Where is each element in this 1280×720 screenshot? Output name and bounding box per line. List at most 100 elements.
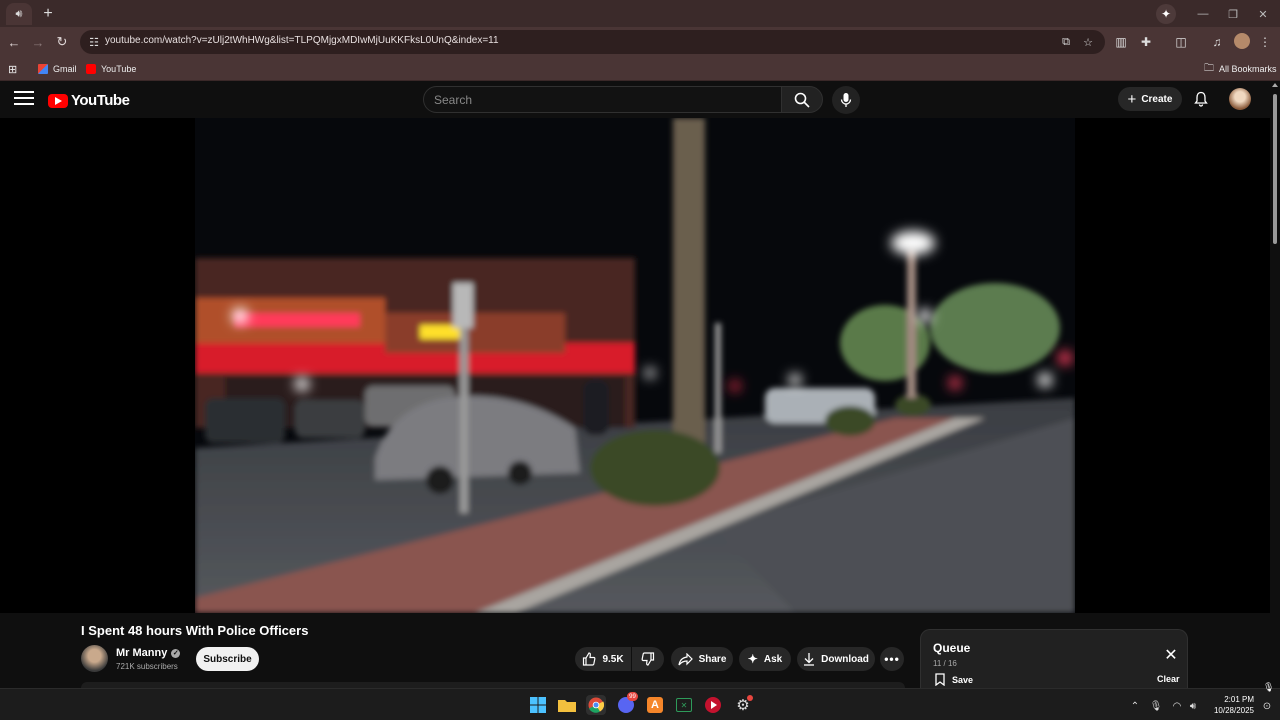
logo-text: YouTube: [71, 92, 130, 109]
notification-center-icon[interactable]: ⊙: [1260, 699, 1274, 713]
video-player[interactable]: [0, 118, 1270, 613]
youtube-icon: [86, 64, 96, 74]
notification-dot: [747, 695, 753, 701]
apps-grid-icon[interactable]: ⊞: [8, 61, 17, 77]
settings-app-button[interactable]: ⚙: [733, 695, 753, 715]
download-button[interactable]: Download: [797, 647, 875, 671]
chrome-icon: [588, 697, 604, 713]
chrome-menu-icon[interactable]: ⋮: [1256, 33, 1274, 51]
thumbs-up-icon: [583, 652, 596, 666]
active-tab[interactable]: 🔊︎: [6, 3, 32, 25]
all-bookmarks-label: All Bookmarks: [1219, 64, 1277, 74]
new-tab-button[interactable]: +: [38, 4, 58, 24]
discord-button[interactable]: 99: [616, 692, 638, 715]
microphone-icon: [840, 93, 852, 107]
share-label: Share: [698, 653, 727, 665]
channel-avatar[interactable]: [81, 645, 108, 672]
wifi-icon[interactable]: ◠: [1170, 699, 1184, 713]
microphone-tray-icon[interactable]: 🎙︎: [1149, 699, 1163, 713]
install-app-icon[interactable]: ⧉: [1058, 34, 1074, 50]
side-panel-icon[interactable]: ◫: [1172, 33, 1190, 51]
youtube-logo[interactable]: YouTube: [48, 92, 130, 109]
file-explorer-button[interactable]: [557, 695, 577, 715]
download-icon: [804, 653, 815, 666]
search-input[interactable]: [434, 92, 764, 108]
gemini-icon[interactable]: ✦: [1156, 4, 1176, 24]
terminal-icon: ✕: [676, 698, 692, 712]
scrollbar-thumb[interactable]: [1273, 94, 1277, 244]
extensions-puzzle-icon[interactable]: ✚: [1137, 33, 1155, 51]
bookmark-icon: [935, 673, 945, 686]
clear-queue-button[interactable]: Clear: [1157, 674, 1180, 684]
mic-in-use-indicator: 🎙︎: [1263, 682, 1275, 692]
youtube-header: YouTube + Create: [0, 81, 1270, 118]
close-window-button[interactable]: ✕: [1248, 4, 1278, 24]
media-controls-icon[interactable]: ♫: [1208, 33, 1226, 51]
bookmark-label: Gmail: [53, 64, 77, 74]
like-button[interactable]: 9.5K: [575, 647, 631, 671]
queue-counter: 11 / 16: [933, 659, 957, 668]
page-scrollbar[interactable]: [1270, 81, 1280, 688]
channel-name: Mr Manny: [116, 647, 168, 659]
all-bookmarks-button[interactable]: 🗀 All Bookmarks: [1204, 61, 1277, 77]
search-icon: [794, 92, 810, 108]
profile-avatar[interactable]: [1234, 33, 1250, 49]
reload-button[interactable]: ↻: [53, 33, 71, 51]
restore-button[interactable]: ❐: [1218, 4, 1248, 24]
address-bar[interactable]: ☷ youtube.com/watch?v=zUlj2tWhHWg&list=T…: [80, 30, 1105, 54]
scroll-up-arrow[interactable]: [1272, 83, 1278, 87]
notifications-button[interactable]: [1191, 89, 1211, 109]
bookmark-label: YouTube: [101, 64, 137, 74]
bookmark-star-icon[interactable]: ☆: [1080, 34, 1096, 50]
channel-name-link[interactable]: Mr Manny ✓: [116, 647, 181, 659]
bookmark-gmail[interactable]: Gmail: [38, 61, 77, 77]
more-actions-button[interactable]: •••: [880, 647, 904, 671]
ask-button[interactable]: ✦ Ask: [739, 647, 791, 671]
video-frame[interactable]: [195, 118, 1075, 613]
save-queue-button[interactable]: Save: [935, 673, 973, 686]
verified-check-icon: ✓: [171, 648, 181, 658]
search-box: [423, 86, 782, 113]
create-button[interactable]: + Create: [1118, 87, 1182, 111]
app-a-button[interactable]: A: [645, 695, 665, 715]
forward-button[interactable]: →: [29, 33, 47, 51]
close-icon: ✕: [1164, 647, 1178, 664]
discord-badge: 99: [627, 692, 638, 701]
system-clock[interactable]: 2:01 PM 10/28/2025: [1206, 694, 1254, 716]
red-play-icon: [705, 697, 721, 713]
url-text: youtube.com/watch?v=zUlj2tWhHWg&list=TLP…: [105, 35, 499, 46]
site-info-icon[interactable]: ☷: [87, 34, 101, 50]
dislike-button[interactable]: [632, 647, 664, 671]
bookmark-youtube[interactable]: YouTube: [86, 61, 136, 77]
create-label: Create: [1141, 93, 1173, 105]
search-button[interactable]: [781, 86, 823, 113]
media-app-button[interactable]: [703, 695, 723, 715]
volume-icon[interactable]: 🔊︎: [1186, 699, 1200, 713]
extension-icon[interactable]: ▥: [1112, 33, 1130, 51]
share-button[interactable]: Share: [671, 647, 733, 671]
back-button[interactable]: ←: [5, 33, 23, 51]
minimize-button[interactable]: —: [1188, 4, 1218, 24]
start-button[interactable]: [528, 695, 548, 715]
browser-toolbar: ← → ↻ ☷ youtube.com/watch?v=zUlj2tWhHWg&…: [0, 27, 1280, 57]
close-queue-button[interactable]: ✕: [1161, 645, 1181, 665]
download-label: Download: [821, 653, 869, 665]
user-avatar[interactable]: [1229, 88, 1251, 110]
show-hidden-icons-button[interactable]: ⌃: [1128, 699, 1142, 713]
subscribe-button[interactable]: Subscribe: [196, 647, 259, 671]
orange-app-icon: A: [647, 697, 663, 713]
terminal-button[interactable]: ✕: [674, 695, 694, 715]
chrome-taskbar-button[interactable]: [586, 695, 606, 715]
folder-icon: 🗀: [1204, 62, 1214, 74]
speaker-icon: 🔊︎: [15, 7, 23, 20]
menu-icon[interactable]: [14, 91, 34, 107]
subscriber-count: 721K subscribers: [116, 662, 178, 671]
bookmarks-bar: ⊞ Gmail YouTube 🗀 All Bookmarks: [0, 57, 1280, 81]
thumbs-down-icon: [641, 652, 655, 666]
voice-search-button[interactable]: [832, 86, 860, 114]
video-title: I Spent 48 hours With Police Officers: [81, 623, 309, 638]
save-label: Save: [952, 674, 974, 685]
tab-strip: 🔊︎ + ✦ — ❐ ✕: [0, 0, 1280, 27]
share-icon: [677, 652, 693, 665]
gmail-icon: [38, 64, 48, 74]
